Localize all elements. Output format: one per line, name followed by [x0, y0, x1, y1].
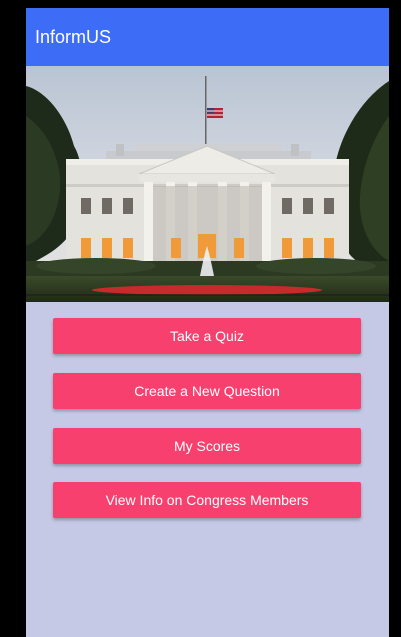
take-quiz-button[interactable]: Take a Quiz	[53, 318, 361, 354]
white-house-photo	[26, 66, 389, 302]
create-question-button[interactable]: Create a New Question	[53, 373, 361, 409]
app-bar: InformUS	[26, 8, 389, 66]
app-title: InformUS	[35, 26, 112, 47]
congress-info-button[interactable]: View Info on Congress Members	[53, 482, 361, 518]
hero-image	[26, 66, 389, 302]
my-scores-button[interactable]: My Scores	[53, 428, 361, 464]
app-screen: InformUS Take a Quiz Create a New Questi…	[26, 8, 389, 637]
